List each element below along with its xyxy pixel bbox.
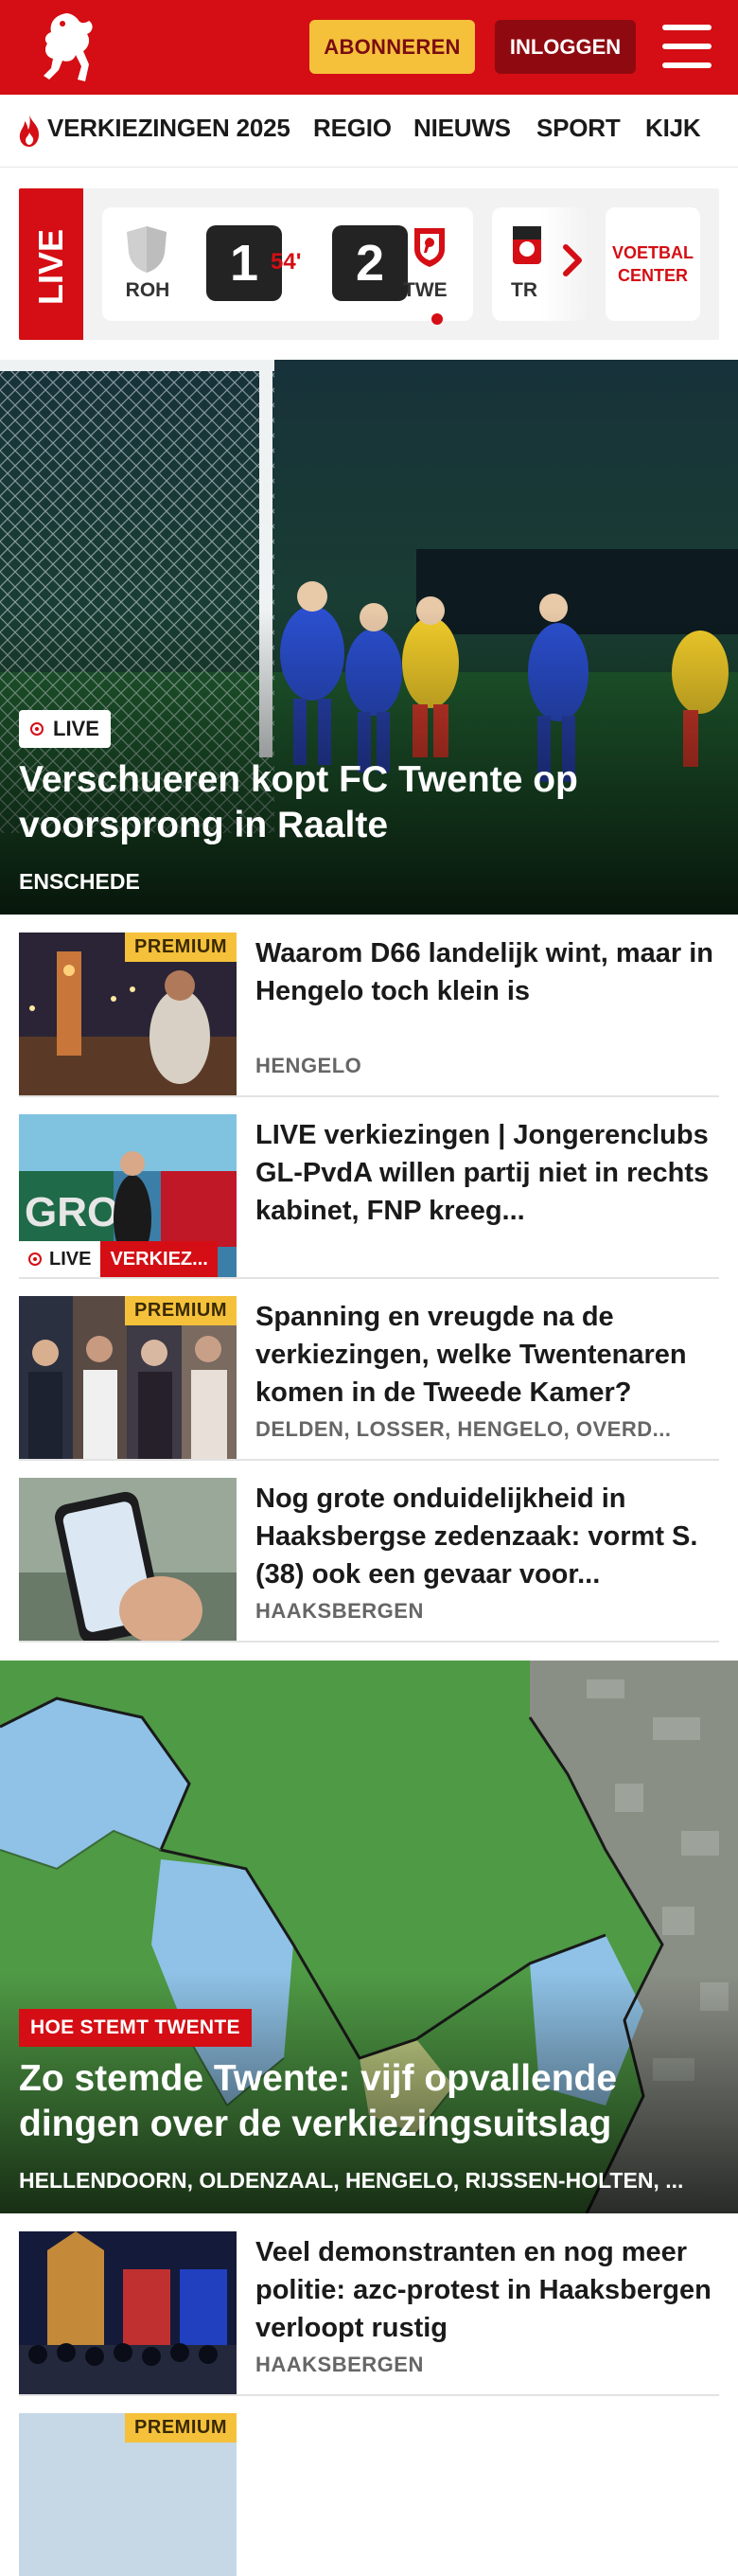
menu-icon[interactable] xyxy=(662,25,712,68)
article-title[interactable]: Nog grote onduidelijkheid in Haaksbergse… xyxy=(255,1480,719,1593)
live-match-card[interactable]: ROH 1 54' 2 TWE xyxy=(102,207,473,325)
list-item[interactable]: PREMIUM Waarom D66 landelijk wint, maar … xyxy=(19,933,719,1097)
away-score: 2 xyxy=(332,225,408,301)
nav-item-sport[interactable]: SPORT xyxy=(536,114,621,143)
feature-category-tag: HOE STEMT TWENTE xyxy=(19,2009,252,2047)
article-location: DELDEN, LOSSER, HENGELO, OVERD... xyxy=(255,1417,672,1441)
tubantia-horse-logo[interactable] xyxy=(34,9,100,85)
feature-article[interactable]: HOE STEMT TWENTE Zo stemde Twente: vijf … xyxy=(0,1661,738,2213)
live-tab-label: LIVE xyxy=(31,229,70,306)
article-title[interactable]: Waarom D66 landelijk wint, maar in Henge… xyxy=(255,934,719,1010)
article-title[interactable]: Veel demonstranten en nog meer politie: … xyxy=(255,2233,719,2347)
feature-locations: HELLENDOORN, OLDENZAAL, HENGELO, RIJSSEN… xyxy=(19,2168,684,2193)
article-location: HAAKSBERGEN xyxy=(255,2353,424,2376)
list-item[interactable]: Nog grote onduidelijkheid in Haaksbergse… xyxy=(19,1478,719,1643)
list-item[interactable]: PREMIUM Spanning en vreugde na de verkie… xyxy=(19,1296,719,1461)
premium-badge: PREMIUM xyxy=(125,1296,237,1325)
nav-item-nieuws[interactable]: NIEUWS xyxy=(413,114,511,143)
premium-badge: PREMIUM xyxy=(125,2413,237,2443)
voetbal-center-link[interactable]: VOETBAL CENTER xyxy=(606,207,700,321)
main-nav: VERKIEZINGEN 2025 REGIO NIEUWS SPORT KIJ… xyxy=(0,95,738,168)
hero-location: ENSCHEDE xyxy=(19,869,140,894)
away-team-name: TWE xyxy=(403,279,448,301)
article-thumbnail: PREMIUM xyxy=(19,1296,237,1459)
hero-article[interactable]: LIVE Verschueren kopt FC Twente op voors… xyxy=(0,360,738,915)
nav-item-verkiezingen[interactable]: VERKIEZINGEN 2025 xyxy=(47,114,290,143)
nav-item-regio[interactable]: REGIO xyxy=(313,114,392,143)
list-item[interactable]: GROE LIVE VERKIEZ... LIVE verkiezingen |… xyxy=(19,1114,719,1279)
nav-item-kijk[interactable]: KIJK xyxy=(645,114,701,143)
thumbnail-live-label: LIVE xyxy=(19,1241,101,1277)
hero-title[interactable]: Verschueren kopt FC Twente op voorsprong… xyxy=(19,757,719,848)
live-tab: LIVE xyxy=(19,188,83,340)
fc-twente-crest-icon xyxy=(414,228,445,267)
article-title[interactable]: LIVE verkiezingen | Jongeren­clubs GL-Pv… xyxy=(255,1116,719,1230)
feature-title[interactable]: Zo stemde Twente: vijf opvallende dingen… xyxy=(19,2056,719,2147)
article-thumbnail: PREMIUM xyxy=(19,933,237,1095)
home-team-name: ROH xyxy=(125,279,170,301)
top-bar: ABONNEREN INLOGGEN xyxy=(0,0,738,95)
article-thumbnail: PREMIUM xyxy=(19,2413,237,2576)
article-location: HENGELO xyxy=(255,1054,362,1077)
live-scores-strip: LIVE ROH 1 54' 2 TWE TR VOETBAL CENTER xyxy=(19,188,719,340)
list-item[interactable]: Veel demonstranten en nog meer politie: … xyxy=(19,2231,719,2396)
article-thumbnail xyxy=(19,1478,237,1641)
home-team-crest-icon xyxy=(127,226,167,273)
chevron-right-icon[interactable] xyxy=(558,241,587,279)
next-team-name: TR xyxy=(511,279,537,301)
login-button[interactable]: INLOGGEN xyxy=(495,20,636,74)
hero-live-badge: LIVE xyxy=(19,710,111,748)
premium-badge: PREMIUM xyxy=(125,933,237,962)
list-item[interactable]: PREMIUM xyxy=(19,2413,719,2576)
subscribe-button[interactable]: ABONNEREN xyxy=(309,20,475,74)
match-minute: 54' xyxy=(271,249,302,275)
hero-live-label: LIVE xyxy=(53,717,99,740)
thumbnail-category-label: VERKIEZ... xyxy=(100,1241,218,1277)
live-dot-icon xyxy=(28,1252,42,1266)
live-dot-icon xyxy=(30,722,44,736)
next-team-crest-icon xyxy=(513,226,541,264)
article-title[interactable]: Spanning en vreugde na de verkiezingen, … xyxy=(255,1298,719,1412)
article-location: HAAKSBERGEN xyxy=(255,1599,424,1623)
flame-icon xyxy=(19,115,39,147)
article-thumbnail xyxy=(19,2231,237,2394)
thumbnail-live-strip: LIVE VERKIEZ... xyxy=(19,1241,218,1277)
article-thumbnail: GROE LIVE VERKIEZ... xyxy=(19,1114,237,1277)
goal-indicator-dot xyxy=(431,313,443,325)
